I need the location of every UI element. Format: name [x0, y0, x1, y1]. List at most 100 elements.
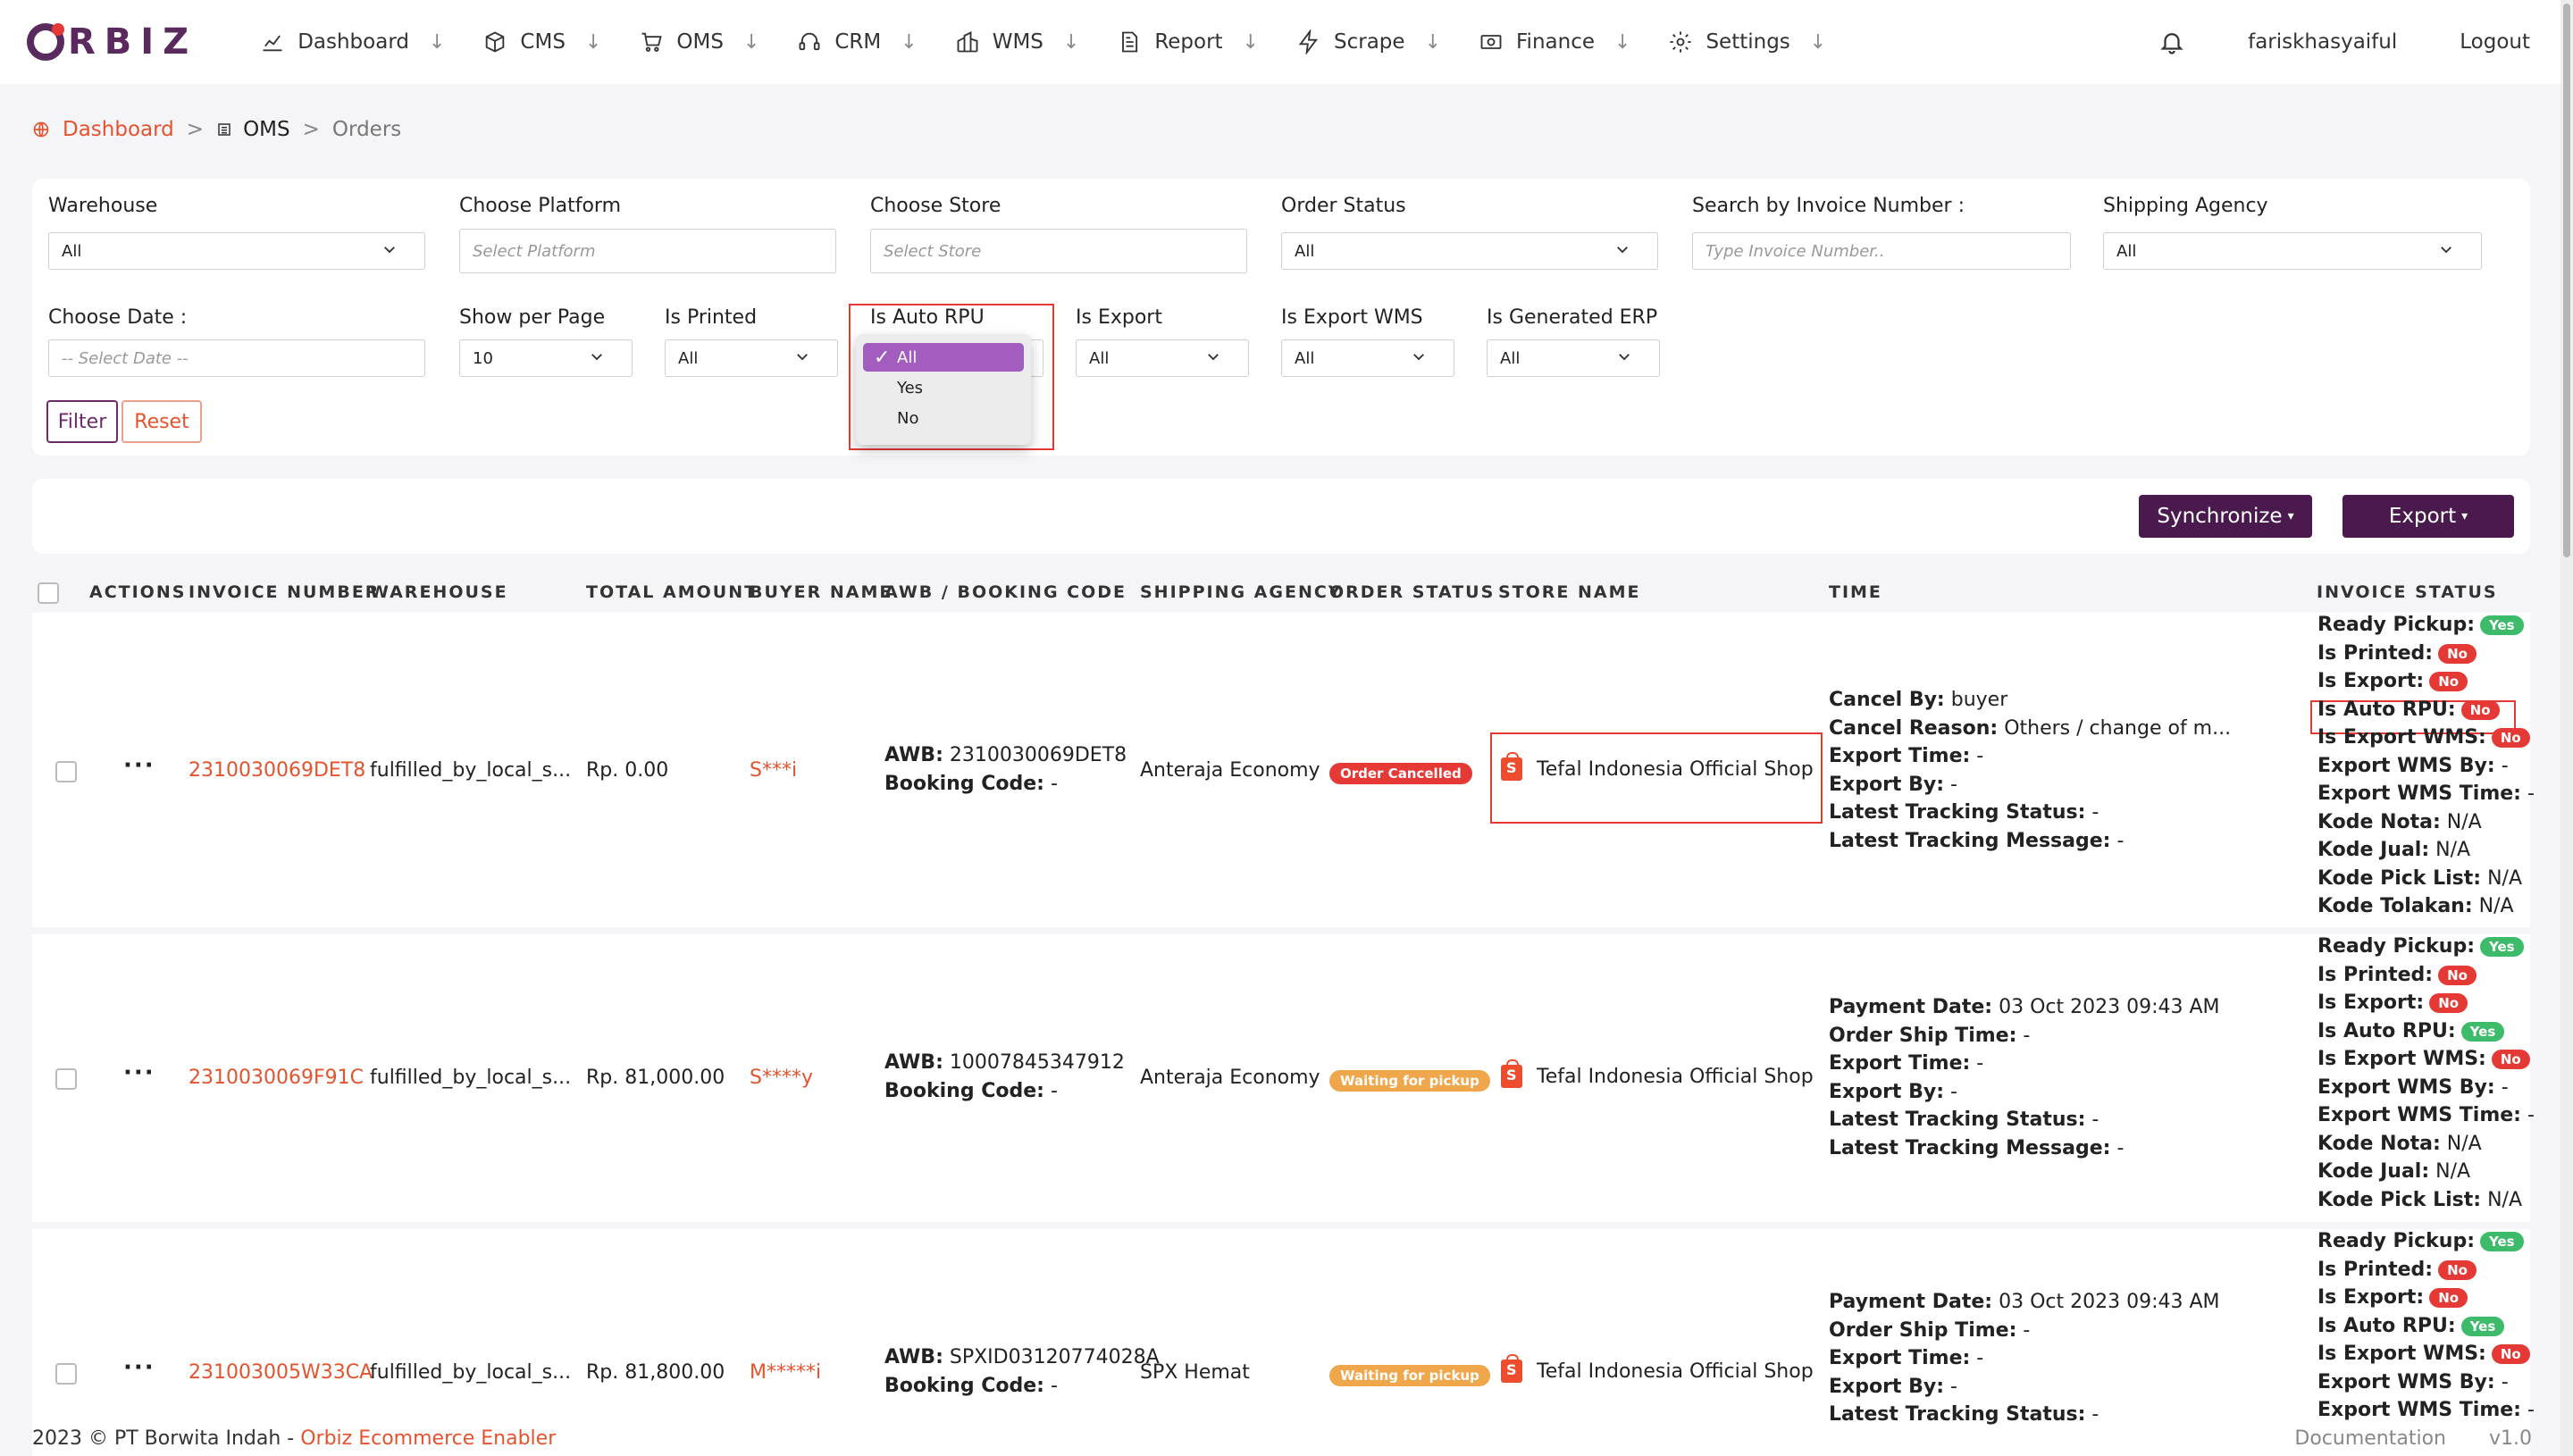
invoice-link[interactable]: 2310030069F91C [189, 1067, 364, 1089]
time-value: buyer [1950, 689, 2008, 711]
row-actions-button[interactable]: ··· [123, 752, 155, 779]
platform-select[interactable]: Select Platform [459, 229, 836, 273]
nav-wms[interactable]: WMS ↓ [955, 29, 1079, 54]
nav-cms[interactable]: CMS ↓ [482, 29, 601, 54]
shipping-agency-label: Shipping Agency [2103, 195, 2268, 217]
status-value: N/A [2487, 866, 2522, 890]
status-key: Is Printed: [2317, 963, 2434, 986]
shipping-value: Anteraja Economy [1140, 759, 1320, 782]
finance-icon [1480, 35, 1502, 49]
status-key: Is Auto RPU: [2317, 698, 2456, 721]
store-value: Tefal Indonesia Official Shop [1537, 757, 1814, 781]
awb-cell: AWB: 10007845347912 Booking Code: - [884, 1049, 1125, 1105]
logout-link[interactable]: Logout [2460, 30, 2530, 54]
invoice-status-line: Is Export WMS: No [2317, 1340, 2535, 1368]
footer-brand-link[interactable]: Orbiz Ecommerce Enabler [300, 1427, 556, 1450]
no-badge: No [2460, 699, 2500, 720]
col-shipping-agency[interactable]: SHIPPING AGENCY [1140, 582, 1343, 602]
synchronize-label: Synchronize [2157, 505, 2283, 528]
status-key: Kode Jual: [2317, 1160, 2430, 1183]
row-checkbox[interactable] [55, 761, 77, 782]
chevron-down-icon [1208, 354, 1219, 361]
row-checkbox[interactable] [55, 1363, 77, 1385]
status-value: - [2501, 754, 2509, 777]
breadcrumb-oms[interactable]: OMS [216, 118, 290, 141]
filter-button[interactable]: Filter [46, 400, 118, 443]
is-generated-erp-select[interactable]: All [1487, 339, 1660, 377]
nav-oms[interactable]: OMS ↓ [639, 29, 759, 54]
warehouse-label: Warehouse [48, 195, 158, 217]
invoice-status-line: Export WMS By: - [2317, 1368, 2535, 1397]
nav-report[interactable]: Report ↓ [1117, 29, 1259, 54]
col-awb[interactable]: AWB / BOOKING CODE [884, 582, 1127, 602]
invoice-search-input[interactable]: Type Invoice Number.. [1692, 232, 2071, 270]
nav-scrape[interactable]: Scrape ↓ [1296, 29, 1441, 54]
col-total-amount[interactable]: TOTAL AMOUNT [586, 582, 758, 602]
row-actions-button[interactable]: ··· [123, 1354, 155, 1381]
orbiz-logo[interactable]: RBIZ [27, 21, 197, 63]
warehouse-value: fulfilled_by_local_s... [370, 1361, 572, 1384]
is-export-select[interactable]: All [1076, 339, 1249, 377]
status-value: N/A [2435, 839, 2471, 861]
booking-label: Booking Code: [884, 1079, 1044, 1102]
invoice-link[interactable]: 2310030069DET8 [189, 759, 365, 782]
page-scrollbar[interactable] [2560, 0, 2573, 1456]
auto-rpu-option-yes[interactable]: Yes [863, 373, 1024, 402]
nav-settings[interactable]: Settings ↓ [1668, 29, 1826, 54]
status-key: Is Export: [2317, 992, 2425, 1014]
time-key: Export Time: [1829, 745, 1971, 767]
status-key: Ready Pickup: [2317, 1230, 2475, 1252]
time-key: Payment Date: [1829, 996, 1993, 1018]
col-invoice-number[interactable]: INVOICE NUMBER [189, 582, 380, 602]
nav-finance[interactable]: Finance ↓ [1479, 29, 1630, 54]
time-key: Latest Tracking Status: [1829, 801, 2086, 824]
store-select[interactable]: Select Store [870, 229, 1247, 273]
invoice-status-line: Kode Pick List: N/A [2317, 1186, 2535, 1215]
nav-dashboard[interactable]: Dashboard ↓ [260, 29, 445, 54]
per-page-select[interactable]: 10 [459, 339, 633, 377]
select-all-checkbox[interactable] [38, 582, 59, 604]
date-label: Choose Date : [48, 306, 188, 329]
time-value: - [2116, 1136, 2125, 1159]
time-value: - [2116, 829, 2125, 852]
synchronize-button[interactable]: Synchronize ▾ [2139, 495, 2312, 538]
documentation-link[interactable]: Documentation [2294, 1427, 2446, 1450]
nav-crm[interactable]: CRM ↓ [797, 29, 918, 54]
reset-button[interactable]: Reset [122, 400, 202, 443]
shipping-agency-select[interactable]: All [2103, 232, 2482, 270]
time-value: - [1950, 773, 1957, 796]
row-checkbox[interactable] [55, 1068, 77, 1090]
scroll-thumb[interactable] [2563, 4, 2570, 557]
col-invoice-status[interactable]: INVOICE STATUS [2317, 582, 2498, 602]
yes-badge: Yes [2460, 1316, 2505, 1336]
date-picker[interactable]: -- Select Date -- [48, 339, 425, 377]
export-button[interactable]: Export ▾ [2343, 495, 2514, 538]
order-status-select[interactable]: All [1281, 232, 1658, 270]
invoice-link[interactable]: 231003005W33CA [189, 1361, 373, 1384]
status-key: Is Printed: [2317, 1258, 2434, 1281]
order-status-value: All [1295, 241, 1315, 261]
invoice-status-cell: Ready Pickup: Yes Is Printed: No Is Export: N… [2317, 1227, 2535, 1425]
bell-icon[interactable] [2158, 29, 2185, 55]
warehouse-select[interactable]: All [48, 232, 425, 270]
col-buyer-name[interactable]: BUYER NAME [750, 582, 893, 602]
arrow-down-icon: ↓ [1242, 30, 1260, 54]
col-time[interactable]: TIME [1829, 582, 1882, 602]
invoice-number: 231003005W33CA [189, 1361, 373, 1384]
nav-label: Finance [1516, 30, 1595, 54]
is-export-wms-label: Is Export WMS [1281, 306, 1423, 329]
order-status-cell: Waiting for pickup [1329, 1363, 1490, 1386]
col-warehouse[interactable]: WAREHOUSE [370, 582, 508, 602]
is-export-wms-select[interactable]: All [1281, 339, 1454, 377]
breadcrumb-dashboard[interactable]: Dashboard [32, 118, 174, 141]
is-printed-select[interactable]: All [665, 339, 838, 377]
auto-rpu-option-no[interactable]: No [863, 404, 1024, 432]
time-line: Export By: - [1829, 1373, 2220, 1402]
auto-rpu-option-all[interactable]: ✓ All [863, 343, 1024, 372]
col-store-name[interactable]: STORE NAME [1498, 582, 1641, 602]
time-value: - [1976, 1052, 1984, 1075]
col-order-status[interactable]: ORDER STATUS [1329, 582, 1495, 602]
user-name[interactable]: fariskhasyaiful [2248, 30, 2397, 54]
warehouse-value: All [62, 241, 82, 261]
row-actions-button[interactable]: ··· [123, 1059, 155, 1086]
